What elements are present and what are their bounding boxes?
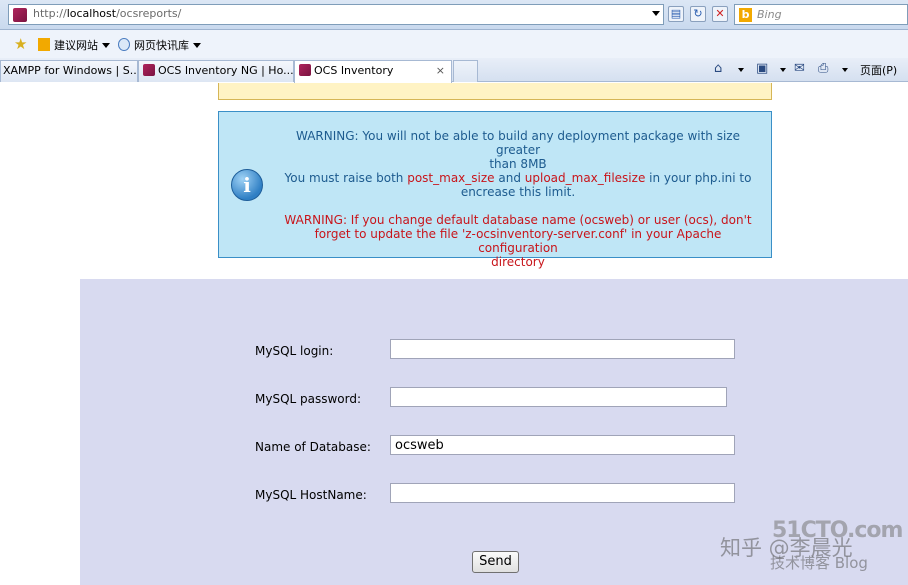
search-placeholder: Bing (757, 8, 782, 21)
warning-text: WARNING: You will not be able to build a… (273, 129, 763, 269)
address-dropdown-icon[interactable] (652, 11, 660, 16)
db-warning-line-1: WARNING: If you change default database … (284, 213, 752, 227)
site-favicon-icon (13, 8, 27, 22)
page-content: i WARNING: You will not be able to build… (0, 83, 908, 585)
chevron-down-icon (102, 43, 110, 48)
db-warning-line-3: directory (491, 255, 545, 269)
bing-icon: b (739, 8, 752, 22)
mysql-login-label: MySQL login: (255, 344, 334, 358)
upload-warning-line-2: than 8MB (489, 157, 547, 171)
favorites-suggested-sites[interactable]: 建议网站 (38, 37, 110, 53)
tab-bar: XAMPP for Windows | S... OCS Inventory N… (0, 58, 908, 83)
address-bar[interactable]: http://localhost/ocsreports/ (8, 4, 664, 25)
db-warning-line-2: forget to update the file 'z-ocsinventor… (314, 227, 722, 255)
page-menu[interactable]: 页面(P) (860, 62, 897, 78)
site-favicon-icon (299, 64, 311, 76)
tab-ocs-inventory[interactable]: OCS Inventory × (294, 60, 452, 83)
browser-window: http://localhost/ocsreports/ ▤ ↻ ✕ b Bin… (0, 0, 908, 585)
chevron-down-icon[interactable] (780, 68, 786, 72)
watermark-subtitle: 技术博客 Blog (770, 554, 868, 572)
tab-xampp[interactable]: XAMPP for Windows | S... (0, 60, 138, 82)
database-name-label: Name of Database: (255, 440, 371, 454)
tab-ocs-home[interactable]: OCS Inventory NG | Ho... (138, 60, 294, 82)
mysql-login-input[interactable] (390, 339, 735, 359)
close-tab-icon[interactable]: × (436, 61, 445, 81)
favorites-bar: ★ 建议网站 网页快讯库 (0, 30, 908, 58)
upload-warning-line-1: WARNING: You will not be able to build a… (296, 129, 740, 157)
send-button[interactable]: Send (472, 551, 519, 573)
compatibility-view-icon[interactable]: ▤ (668, 6, 684, 22)
database-name-input[interactable] (390, 435, 735, 455)
mysql-password-label: MySQL password: (255, 392, 362, 406)
mail-icon[interactable]: ✉ (794, 61, 805, 77)
info-icon: i (231, 169, 263, 201)
address-url[interactable]: http://localhost/ocsreports/ (33, 7, 181, 20)
mysql-hostname-label: MySQL HostName: (255, 488, 367, 502)
address-bar-row: http://localhost/ocsreports/ ▤ ↻ ✕ b Bin… (0, 0, 908, 30)
mysql-hostname-input[interactable] (390, 483, 735, 503)
home-icon[interactable]: ⌂ (714, 61, 722, 77)
stop-icon[interactable]: ✕ (712, 6, 728, 22)
chevron-down-icon[interactable] (738, 68, 744, 72)
chevron-down-icon (193, 43, 201, 48)
bing-icon (38, 38, 50, 51)
upload-warning-line-4: encrease this limit. (460, 185, 576, 199)
mysql-password-input[interactable] (390, 387, 727, 407)
feeds-icon[interactable]: ▣ (756, 61, 768, 77)
upload-warning-line-3: You must raise both post_max_size and up… (284, 171, 752, 185)
refresh-icon[interactable]: ↻ (690, 6, 706, 22)
warning-box: i WARNING: You will not be able to build… (218, 111, 772, 269)
favorites-star-icon[interactable]: ★ (14, 36, 30, 52)
chevron-down-icon[interactable] (842, 68, 848, 72)
site-favicon-icon (143, 64, 155, 76)
print-icon[interactable]: ⎙ (818, 61, 828, 77)
new-tab-button[interactable] (453, 60, 478, 82)
notice-box-top (218, 83, 772, 100)
ie-icon (118, 38, 130, 51)
favorites-web-slice-gallery[interactable]: 网页快讯库 (118, 37, 201, 53)
search-box[interactable]: b Bing (734, 4, 908, 25)
